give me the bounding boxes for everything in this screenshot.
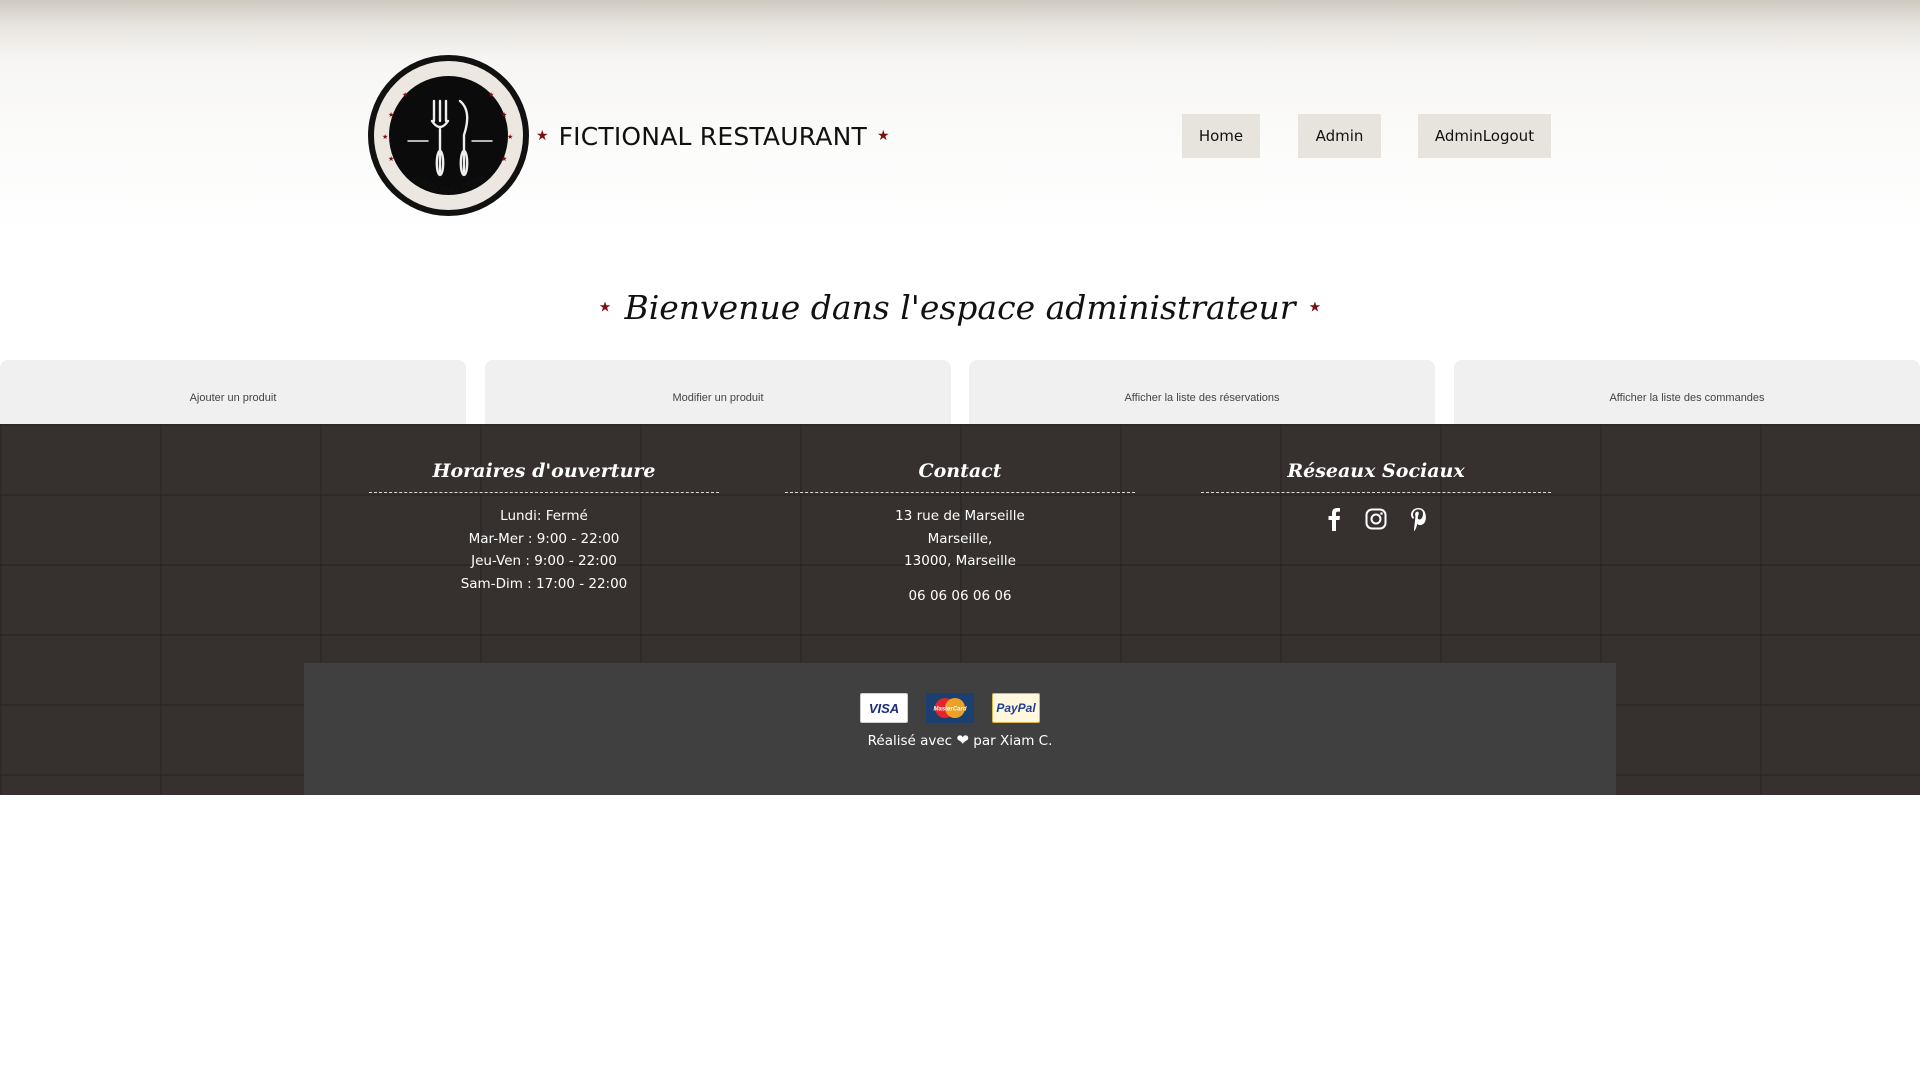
orders-list-button[interactable]: Afficher la liste des commandes: [1454, 360, 1920, 424]
svg-text:★: ★: [388, 111, 394, 119]
nav-admin-logout-button[interactable]: AdminLogout: [1418, 114, 1551, 158]
hours-line: Jeu-Ven : 9:00 - 22:00: [471, 553, 617, 569]
hours-line: Lundi: Fermé: [500, 508, 588, 524]
svg-text:★: ★: [507, 133, 513, 141]
nav-admin-button[interactable]: Admin: [1298, 114, 1381, 158]
svg-text:★: ★: [488, 91, 494, 99]
contact-title: Contact: [785, 460, 1135, 493]
phone-number[interactable]: 06 06 06 06 06: [785, 585, 1135, 608]
restaurant-logo[interactable]: ★ ★ ★ ★ ★ ★ ★ ★ FOOD AND DRINK: [368, 55, 529, 216]
facebook-icon[interactable]: [1322, 505, 1346, 533]
address-line: Marseille,: [927, 530, 993, 547]
star-icon: ★: [876, 128, 890, 144]
svg-text:MasterCard: MasterCard: [933, 707, 966, 713]
nav-home-button[interactable]: Home: [1182, 114, 1260, 158]
svg-text:★: ★: [501, 111, 507, 119]
opening-hours-title: Horaires d'ouverture: [369, 460, 719, 493]
brand-title: ★ FICTIONAL RESTAURANT ★: [536, 118, 890, 154]
svg-text:★: ★: [382, 133, 388, 141]
paypal-icon: PayPal: [992, 693, 1040, 723]
address-line: 13000, Marseille: [904, 553, 1016, 569]
page-title: Bienvenue dans l'espace administrateur: [624, 288, 1296, 327]
instagram-icon[interactable]: [1364, 505, 1388, 533]
credits-line: Réalisé avec ❤ par Xiam C.: [304, 731, 1616, 749]
reservations-list-button[interactable]: Afficher la liste des réservations: [969, 360, 1435, 424]
fork-knife-icon: ★ ★ ★ ★ ★ ★ ★ ★ FOOD AND DRINK: [382, 91, 513, 196]
credits-suffix: par Xiam C.: [973, 733, 1053, 749]
site-footer: Horaires d'ouverture Lundi: Fermé Mar-Me…: [0, 424, 1920, 795]
star-icon: ★: [536, 128, 549, 144]
heart-icon: ❤: [956, 731, 969, 749]
hours-line: Mar-Mer : 9:00 - 22:00: [468, 530, 620, 547]
add-product-button[interactable]: Ajouter un produit: [0, 360, 466, 424]
star-icon: ★: [598, 299, 612, 316]
svg-text:★: ★: [501, 155, 507, 163]
payment-methods: VISA MasterCard PayPal: [860, 693, 1040, 723]
opening-hours-section: Horaires d'ouverture Lundi: Fermé Mar-Me…: [369, 460, 719, 595]
mastercard-icon: MasterCard: [926, 693, 974, 723]
svg-text:★: ★: [388, 155, 394, 163]
brand-name: FICTIONAL RESTAURANT: [558, 121, 867, 151]
hours-line: Sam-Dim : 17:00 - 22:00: [460, 575, 628, 592]
social-icons: [1201, 505, 1551, 533]
social-section: Réseaux Sociaux: [1201, 460, 1551, 533]
logo-text: FOOD AND DRINK: [411, 171, 489, 196]
site-header: ★ ★ ★ ★ ★ ★ ★ ★ FOOD AND DRINK ★ FICTION…: [0, 0, 1920, 236]
credits-prefix: Réalisé avec: [867, 733, 953, 749]
pinterest-icon[interactable]: [1406, 505, 1430, 533]
visa-icon: VISA: [860, 693, 908, 723]
star-icon: ★: [1308, 299, 1322, 316]
footer-bottom-bar: VISA MasterCard PayPal Réalisé avec ❤ pa…: [304, 663, 1616, 795]
address-line: 13 rue de Marseille: [895, 508, 1025, 524]
contact-section: Contact 13 rue de Marseille Marseille, 1…: [785, 460, 1135, 607]
social-title: Réseaux Sociaux: [1201, 460, 1551, 493]
svg-text:★: ★: [402, 91, 408, 99]
svg-text:FOOD AND DRINK: FOOD AND DRINK: [411, 171, 489, 196]
welcome-heading: ★ Bienvenue dans l'espace administrateur…: [0, 288, 1920, 327]
edit-product-button[interactable]: Modifier un produit: [485, 360, 951, 424]
